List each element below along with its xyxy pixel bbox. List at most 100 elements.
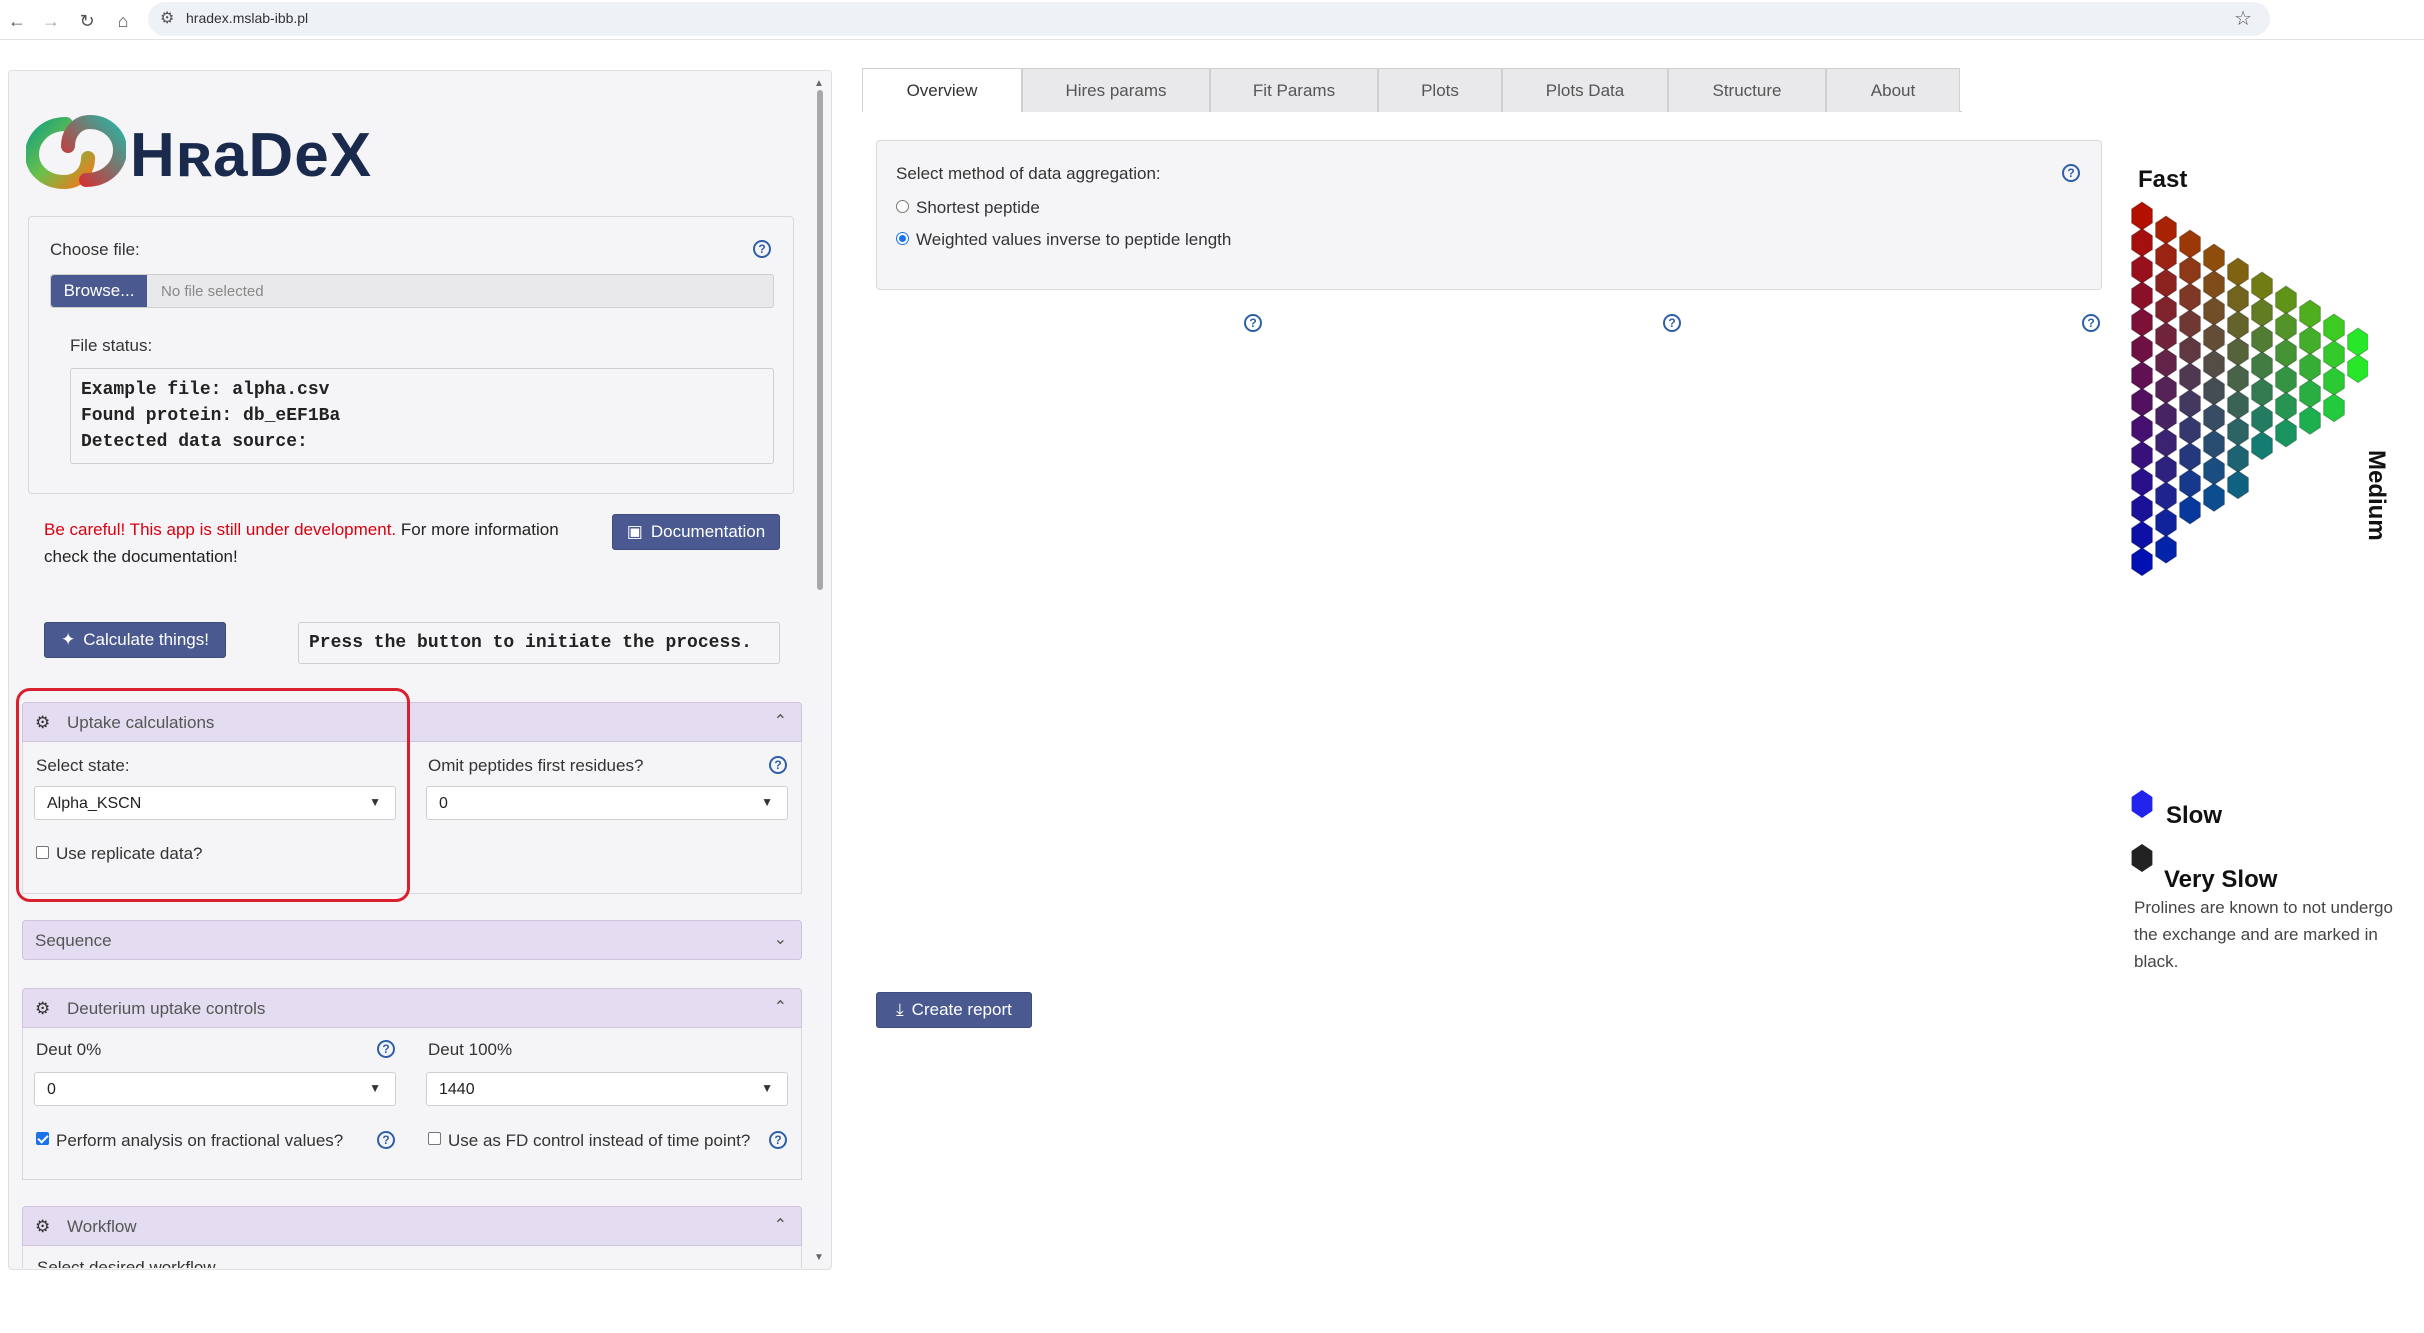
radio-shortest-peptide[interactable] xyxy=(896,200,909,213)
documentation-button[interactable]: ▣ Documentation xyxy=(612,514,780,550)
caret-down-icon: ▼ xyxy=(761,1081,773,1095)
deut100-select[interactable]: 1440 ▼ xyxy=(426,1072,788,1106)
file-input[interactable]: Browse... No file selected xyxy=(50,274,774,308)
legend-hexagon xyxy=(2299,299,2321,329)
legend-hexagon xyxy=(2131,387,2153,417)
workflow-title: Workflow xyxy=(67,1217,137,1236)
tab-about[interactable]: About xyxy=(1826,68,1960,112)
browse-button[interactable]: Browse... xyxy=(51,275,147,307)
gears-icon: ⚙ xyxy=(35,1217,51,1236)
app-logo-text: HʀaDeX xyxy=(130,121,373,190)
file-status-output: Example file: alpha.csv Found protein: d… xyxy=(70,368,774,464)
legend-hexagon xyxy=(2227,443,2249,473)
legend-hexagon xyxy=(2347,327,2368,357)
legend-hexagon xyxy=(2299,405,2321,436)
legend-hexagon xyxy=(2203,402,2225,433)
bookmark-star-icon[interactable]: ☆ xyxy=(2234,6,2252,31)
address-bar[interactable]: ⚙ hradex.mslab-ibb.pl ☆ xyxy=(148,2,2270,36)
legend-hexagon xyxy=(2251,271,2273,301)
legend-hexagon xyxy=(2155,507,2177,538)
deuterium-title: Deuterium uptake controls xyxy=(67,999,266,1018)
back-icon[interactable]: ← xyxy=(2,6,32,36)
create-report-button[interactable]: ⤓ Create report xyxy=(876,992,1032,1028)
scroll-down-icon[interactable]: ▼ xyxy=(814,1252,824,1263)
legend-hexagon xyxy=(2179,255,2201,286)
legend-hexagon xyxy=(2179,442,2201,472)
legend-hexagon xyxy=(2131,467,2153,497)
aggregation-panel xyxy=(876,140,2102,290)
process-status-output: Press the button to initiate the process… xyxy=(298,622,780,664)
proline-note: Prolines are known to not undergo the ex… xyxy=(2134,898,2393,971)
aggregation-help-icon[interactable]: ? xyxy=(2062,164,2080,182)
legend-hexagon xyxy=(2275,365,2297,395)
chevron-down-icon[interactable]: ⌄ xyxy=(774,929,787,949)
aggregation-label: Select method of data aggregation: xyxy=(896,164,1161,183)
legend-hexagon xyxy=(2155,401,2177,431)
caret-down-icon: ▼ xyxy=(369,1081,381,1095)
deuterium-accordion-header[interactable]: ⚙ Deuterium uptake controls ⌃ xyxy=(22,988,802,1028)
tab-plots[interactable]: Plots xyxy=(1378,68,1502,112)
legend-hexagon-slow xyxy=(2131,790,2153,818)
legend-hexagon-very-slow xyxy=(2131,844,2153,872)
legend-hexagon xyxy=(2323,393,2345,423)
legend-hexagon xyxy=(2227,363,2249,394)
site-info-icon[interactable]: ⚙ xyxy=(160,8,174,28)
tab-plots-data[interactable]: Plots Data xyxy=(1502,68,1668,112)
fractional-label: Perform analysis on fractional values? xyxy=(56,1131,344,1150)
legend-hexagon xyxy=(2323,366,2345,396)
radio-weighted-values[interactable] xyxy=(896,232,909,245)
plot-help-icon[interactable]: ? xyxy=(2082,314,2100,332)
choose-file-label: Choose file: xyxy=(50,240,140,259)
omit-select[interactable]: 0 ▼ xyxy=(426,786,788,820)
plot-help-icon[interactable]: ? xyxy=(1663,314,1681,332)
caret-down-icon: ▼ xyxy=(761,795,773,809)
legend-hexagon xyxy=(2179,415,2201,445)
tab-hires-params[interactable]: Hires params xyxy=(1022,68,1210,112)
legend-hexagon xyxy=(2131,414,2153,444)
legend-hexagon xyxy=(2275,285,2297,315)
fd-control-help-icon[interactable]: ? xyxy=(769,1131,787,1149)
legend-hexagon xyxy=(2155,215,2177,245)
legend-hexagon xyxy=(2155,348,2177,378)
choose-file-help-icon[interactable]: ? xyxy=(753,240,771,258)
legend-hexagon xyxy=(2179,229,2201,259)
sidebar-scrollbar[interactable] xyxy=(817,90,823,590)
chevron-up-icon[interactable]: ⌃ xyxy=(774,1215,787,1235)
deut0-help-icon[interactable]: ? xyxy=(377,1040,395,1058)
legend-hexagon xyxy=(2227,257,2249,287)
omit-residues-label: Omit peptides first residues? xyxy=(428,756,644,775)
forward-icon[interactable]: → xyxy=(36,6,66,36)
fractional-help-icon[interactable]: ? xyxy=(377,1131,395,1149)
omit-help-icon[interactable]: ? xyxy=(769,756,787,774)
chevron-up-icon[interactable]: ⌃ xyxy=(774,997,787,1017)
tab-fit-params[interactable]: Fit Params xyxy=(1210,68,1378,112)
legend-hexagon xyxy=(2203,323,2225,353)
workflow-accordion-header[interactable]: ⚙ Workflow ⌃ xyxy=(22,1206,802,1246)
legend-hexagon xyxy=(2203,296,2225,326)
legend-hexagon xyxy=(2131,201,2153,231)
legend-hexagon xyxy=(2179,335,2201,366)
fd-control-checkbox[interactable] xyxy=(428,1132,441,1145)
plot-help-icon[interactable]: ? xyxy=(1244,314,1262,332)
dev-warning: Be careful! This app is still under deve… xyxy=(44,516,604,570)
create-report-label: Create report xyxy=(911,1000,1012,1019)
fractional-checkbox[interactable] xyxy=(36,1132,49,1145)
status-line: Example file: alpha.csv xyxy=(81,380,330,400)
legend-hexagon xyxy=(2179,362,2201,392)
legend-hexagon xyxy=(2275,418,2297,448)
calculate-button[interactable]: ✦ Calculate things! xyxy=(44,622,226,658)
deut0-select[interactable]: 0 ▼ xyxy=(34,1072,396,1106)
sequence-accordion-header[interactable]: Sequence ⌄ xyxy=(22,920,802,960)
chevron-up-icon[interactable]: ⌃ xyxy=(774,711,787,731)
reload-icon[interactable]: ↻ xyxy=(72,6,102,36)
legend-hexagon xyxy=(2203,269,2225,300)
scroll-up-icon[interactable]: ▲ xyxy=(814,78,824,89)
legend-hexagon xyxy=(2131,360,2153,391)
book-icon: ▣ xyxy=(626,522,643,541)
tab-overview[interactable]: Overview xyxy=(862,68,1022,112)
tab-structure[interactable]: Structure xyxy=(1668,68,1826,112)
highlight-annotation xyxy=(16,688,410,902)
option-weighted-values: Weighted values inverse to peptide lengt… xyxy=(916,230,1232,249)
home-icon[interactable]: ⌂ xyxy=(108,6,138,36)
legend-hexagon xyxy=(2299,379,2321,409)
